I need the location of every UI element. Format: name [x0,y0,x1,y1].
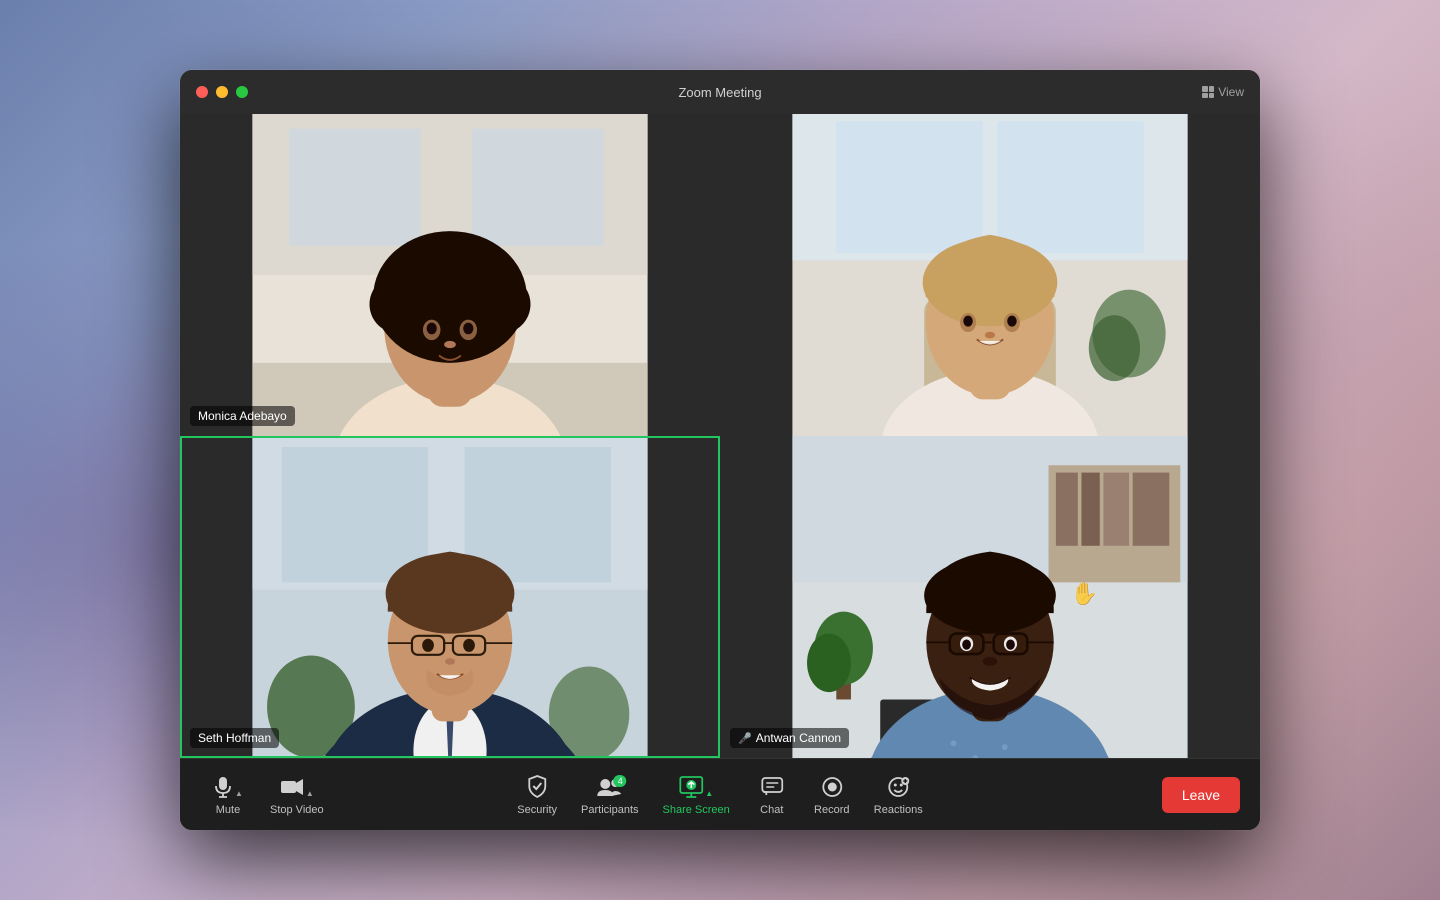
record-icon [821,774,843,800]
mic-icon [213,774,233,800]
chat-button[interactable]: Chat [744,768,800,822]
titlebar: Zoom Meeting View [180,70,1260,114]
record-button[interactable]: Record [804,768,860,822]
reaction-emoji: ✋ [1071,581,1098,607]
view-button[interactable]: View [1202,85,1244,99]
record-label: Record [814,804,849,816]
stop-video-button[interactable]: ▲ Stop Video [260,768,334,822]
stop-video-label: Stop Video [270,804,324,816]
toolbar-wrapper: ▲ Mute ▲ Stop Vid [200,768,1240,822]
video-grid: Monica Adebayo [180,114,1260,758]
share-screen-button[interactable]: ▲ Share Screen [653,768,740,822]
participants-label: Participants [581,804,638,816]
chat-icon [761,774,783,800]
mute-button[interactable]: ▲ Mute [200,768,256,822]
toolbar: ▲ Mute ▲ Stop Vid [180,758,1260,830]
participant-name-seth: Seth Hoffman [190,728,279,748]
security-icon [527,774,547,800]
toolbar-right: Leave [1162,777,1240,813]
security-button[interactable]: Security [507,768,567,822]
share-screen-label: Share Screen [663,804,730,816]
video-icon [280,774,304,800]
reactions-button[interactable]: Reactions [864,768,933,822]
grid-icon [1202,86,1214,98]
traffic-lights [196,86,248,98]
reactions-label: Reactions [874,804,923,816]
participants-badge: 4 [614,775,627,787]
reactions-icon [887,774,909,800]
participant-name-monica: Monica Adebayo [190,406,295,426]
zoom-window: Zoom Meeting View [180,70,1260,830]
maximize-button[interactable] [236,86,248,98]
view-label: View [1218,85,1244,99]
share-arrow: ▲ [705,789,713,798]
window-title: Zoom Meeting [678,85,761,100]
mute-arrow: ▲ [235,789,243,798]
participants-button[interactable]: 4 Participants [571,768,648,822]
toolbar-center: Security 4 [507,768,932,822]
toolbar-left: ▲ Mute ▲ Stop Vid [200,768,334,822]
leave-button[interactable]: Leave [1162,777,1240,813]
security-label: Security [517,804,557,816]
participant-name-antwan: 🎤 Antwan Cannon [730,728,849,748]
video-arrow: ▲ [306,789,314,798]
video-cell-monica: Monica Adebayo [180,114,720,436]
share-screen-icon [679,774,703,800]
participants-icon: 4 [597,774,623,800]
video-cell-antwan: ✋ 🎤 Antwan Cannon [720,436,1260,758]
mute-label: Mute [216,804,240,816]
minimize-button[interactable] [216,86,228,98]
close-button[interactable] [196,86,208,98]
video-cell-female2 [720,114,1260,436]
video-cell-seth: Seth Hoffman [180,436,720,758]
chat-label: Chat [760,804,783,816]
